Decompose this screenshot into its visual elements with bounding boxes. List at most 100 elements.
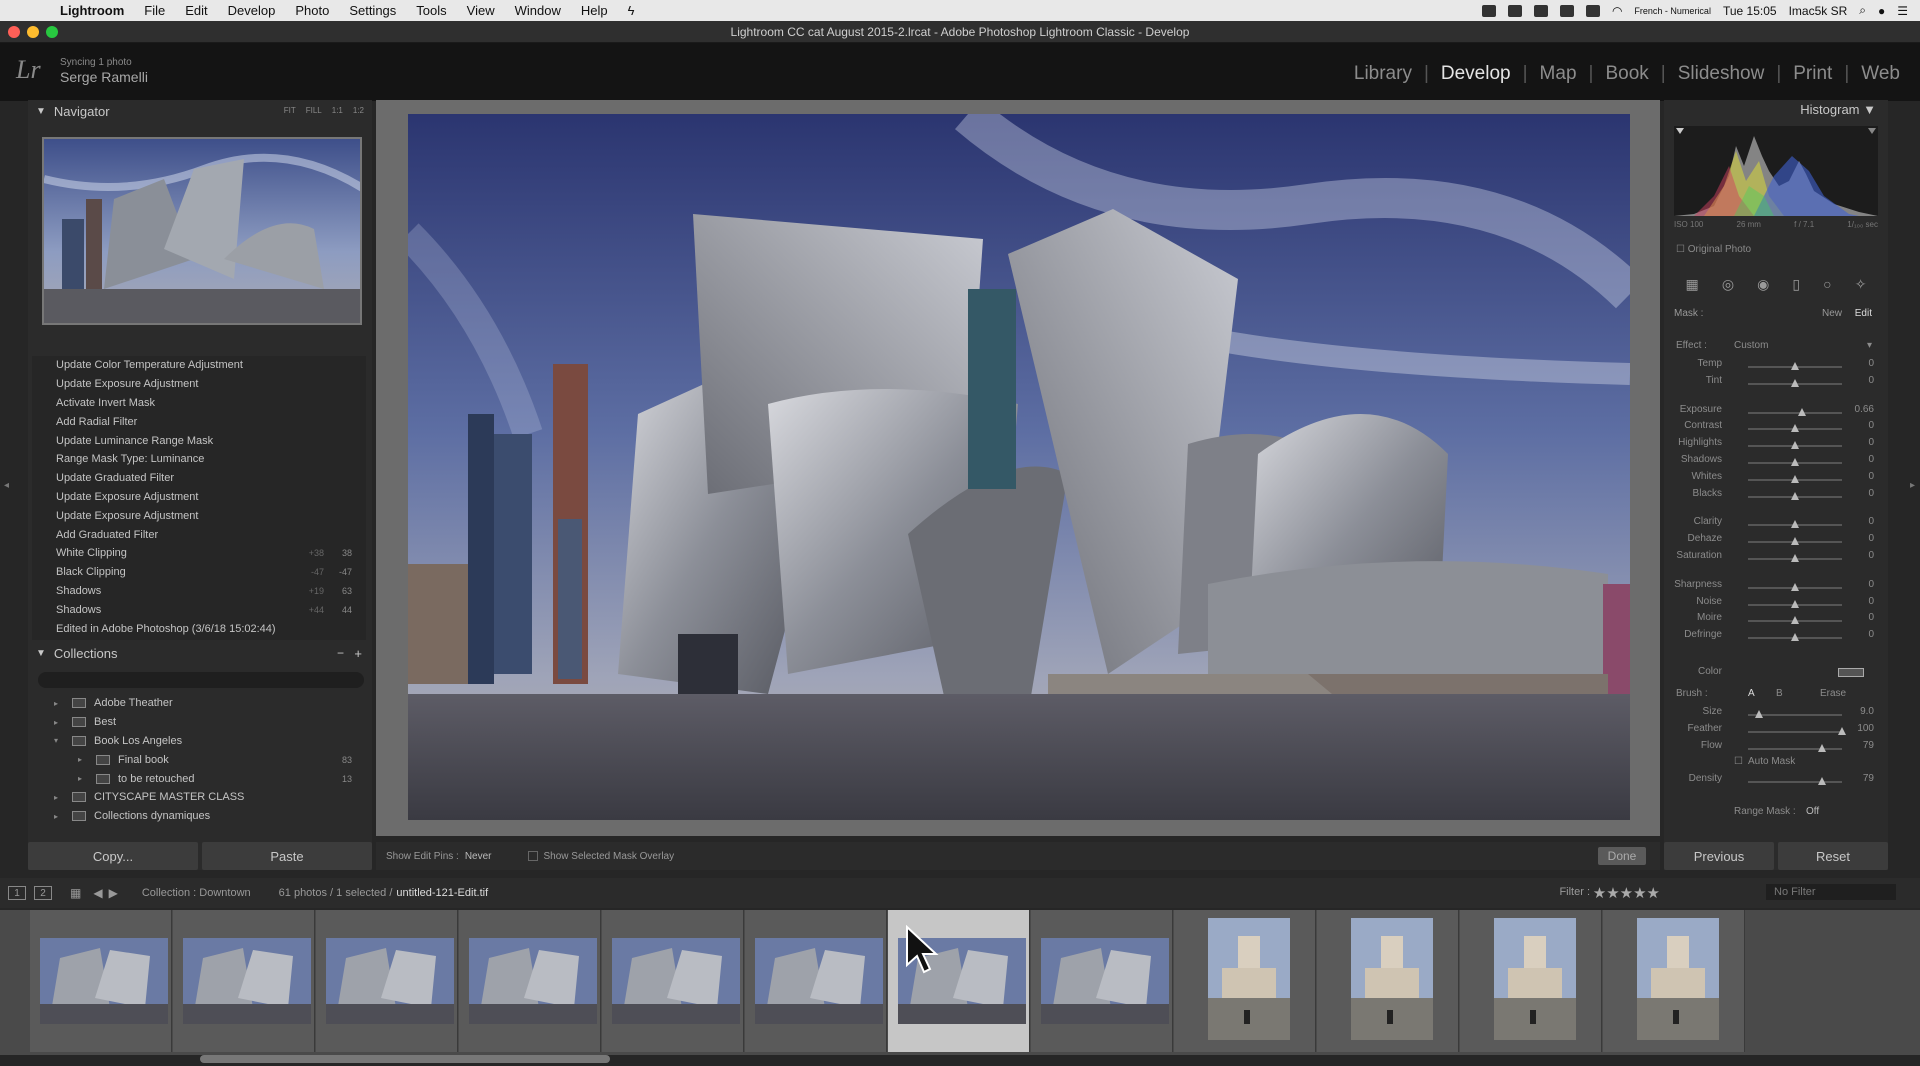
history-step[interactable]: Add Radial Filter	[32, 412, 366, 431]
collection-item[interactable]: ▸ to be retouched 13	[32, 769, 366, 788]
input-language[interactable]: French - Numerical	[1634, 6, 1711, 16]
disclosure-triangle-icon[interactable]: ▸	[78, 755, 90, 764]
dropbox-icon[interactable]	[1533, 4, 1548, 17]
adjustment-brush-icon[interactable]: ✧	[1855, 276, 1867, 293]
filmstrip-thumbnail[interactable]	[173, 910, 315, 1052]
spot-removal-icon[interactable]: ◎	[1722, 276, 1734, 293]
slider-value[interactable]: 100	[1857, 723, 1874, 734]
history-step[interactable]: Update Exposure Adjustment	[32, 506, 366, 525]
add-collection-icon[interactable]: +	[354, 646, 362, 661]
current-filename[interactable]: untitled-121-Edit.tif	[396, 887, 488, 899]
slider-value[interactable]: 79	[1863, 773, 1874, 784]
close-window-button[interactable]	[8, 26, 20, 38]
slider-value[interactable]: 0	[1868, 471, 1874, 482]
forward-arrow-icon[interactable]: ▶	[109, 886, 118, 900]
bluetooth-icon[interactable]	[1585, 4, 1600, 17]
filmstrip-thumbnail[interactable]	[1460, 910, 1602, 1052]
brush-erase-tab[interactable]: Erase	[1820, 688, 1846, 699]
slider-track[interactable]	[1748, 730, 1842, 733]
history-step[interactable]: Activate Invert Mask	[32, 394, 366, 413]
history-step[interactable]: Shadows +19 63	[32, 582, 366, 601]
collections-header[interactable]: ▼ Collections − +	[28, 642, 372, 664]
slider-track[interactable]	[1748, 747, 1842, 750]
menu-edit[interactable]: Edit	[175, 3, 217, 18]
slider-value[interactable]: 0	[1868, 596, 1874, 607]
collection-item[interactable]: ▸ Collections dynamiques	[32, 807, 366, 826]
zoom-1-2[interactable]: 1:2	[353, 106, 364, 115]
auto-mask-checkbox[interactable]: ☐	[1734, 756, 1743, 767]
history-step[interactable]: Shadows +44 44	[32, 600, 366, 619]
slider-value[interactable]: 0	[1868, 579, 1874, 590]
zoom-window-button[interactable]	[46, 26, 58, 38]
filmstrip-thumbnail[interactable]	[316, 910, 458, 1052]
graduated-filter-icon[interactable]: ▯	[1792, 276, 1800, 293]
slider-value[interactable]: 0	[1868, 454, 1874, 465]
collection-item[interactable]: ▸ Adobe Theather	[32, 694, 366, 713]
history-step[interactable]: Update Exposure Adjustment	[32, 488, 366, 507]
collection-item[interactable]: ▸ Best	[32, 713, 366, 732]
module-slideshow[interactable]: Slideshow	[1666, 63, 1777, 85]
slider-value[interactable]: 0	[1868, 629, 1874, 640]
left-panel-toggle-icon[interactable]: ◂	[4, 480, 9, 491]
crop-icon[interactable]: ▦	[1686, 276, 1699, 293]
color-swatch[interactable]	[1838, 668, 1864, 677]
slider-thumb[interactable]	[1791, 616, 1799, 625]
mask-new-button[interactable]: New	[1822, 308, 1842, 319]
menu-develop[interactable]: Develop	[218, 3, 286, 18]
history-step[interactable]: Update Exposure Adjustment	[32, 375, 366, 394]
module-book[interactable]: Book	[1593, 63, 1660, 85]
siri-icon[interactable]: ●	[1878, 4, 1885, 18]
machine-name[interactable]: Imac5k SR	[1789, 4, 1848, 18]
minimize-window-button[interactable]	[27, 26, 39, 38]
spotlight-icon[interactable]: ⌕	[1859, 3, 1866, 18]
mask-overlay-checkbox[interactable]	[527, 851, 538, 861]
disclosure-triangle-icon[interactable]: ▾	[54, 736, 66, 745]
main-window-button[interactable]: 1	[8, 886, 26, 900]
evernote-icon[interactable]	[1559, 4, 1574, 17]
slider-value[interactable]: 0	[1868, 533, 1874, 544]
disclosure-triangle-icon[interactable]: ▸	[54, 718, 66, 727]
disclosure-triangle-icon[interactable]: ▸	[54, 699, 66, 708]
slider-value[interactable]: 0	[1868, 437, 1874, 448]
second-window-button[interactable]: 2	[34, 886, 52, 900]
clock[interactable]: Tue 15:05	[1723, 4, 1777, 18]
grid-view-icon[interactable]: ▦	[70, 886, 81, 900]
slider-value[interactable]: 79	[1863, 740, 1874, 751]
disclosure-triangle-icon[interactable]: ▸	[54, 812, 66, 821]
slider-thumb[interactable]	[1791, 520, 1799, 529]
slider-thumb[interactable]	[1818, 743, 1827, 752]
main-photo[interactable]	[408, 114, 1630, 820]
filmstrip-thumbnail[interactable]	[1174, 910, 1316, 1052]
bolt-icon[interactable]: ϟ	[618, 3, 645, 18]
zoom-fill[interactable]: FILL	[306, 106, 322, 115]
range-mask-select[interactable]: Off	[1806, 806, 1819, 817]
history-step[interactable]: White Clipping +38 38	[32, 544, 366, 563]
wifi-icon[interactable]: ◠	[1612, 4, 1622, 18]
histogram-chart[interactable]	[1674, 126, 1878, 216]
slider-thumb[interactable]	[1791, 378, 1799, 387]
reset-button[interactable]: Reset	[1778, 842, 1888, 870]
menu-window[interactable]: Window	[505, 3, 571, 18]
notification-icon[interactable]: ☰	[1897, 4, 1908, 18]
menu-view[interactable]: View	[457, 3, 505, 18]
rating-filter-stars[interactable]: ★★★★★	[1593, 884, 1660, 902]
filmstrip-thumbnail[interactable]	[30, 910, 172, 1052]
module-develop[interactable]: Develop	[1429, 63, 1523, 85]
collection-item[interactable]: ▸ CITYSCAPE MASTER CLASS	[32, 788, 366, 807]
navigator-preview[interactable]	[42, 137, 362, 325]
histogram-header[interactable]: Histogram ▼	[1800, 102, 1876, 117]
slider-thumb[interactable]	[1791, 582, 1799, 591]
slider-thumb[interactable]	[1791, 474, 1799, 483]
filter-preset-select[interactable]: No Filter	[1766, 884, 1896, 900]
slider-thumb[interactable]	[1791, 424, 1799, 433]
show-edit-pins-select[interactable]: Never	[465, 851, 492, 862]
slider-value[interactable]: 0	[1868, 358, 1874, 369]
filmstrip-thumbnail[interactable]	[1031, 910, 1173, 1052]
filmstrip-thumbnail[interactable]	[1317, 910, 1459, 1052]
sync-status[interactable]: Syncing 1 photo	[60, 57, 132, 68]
collapse-collection-icon[interactable]: −	[337, 646, 344, 660]
menu-photo[interactable]: Photo	[285, 3, 339, 18]
slider-thumb[interactable]	[1791, 599, 1799, 608]
history-step[interactable]: Edited in Adobe Photoshop (3/6/18 15:02:…	[32, 619, 366, 638]
slider-thumb[interactable]	[1791, 491, 1799, 500]
